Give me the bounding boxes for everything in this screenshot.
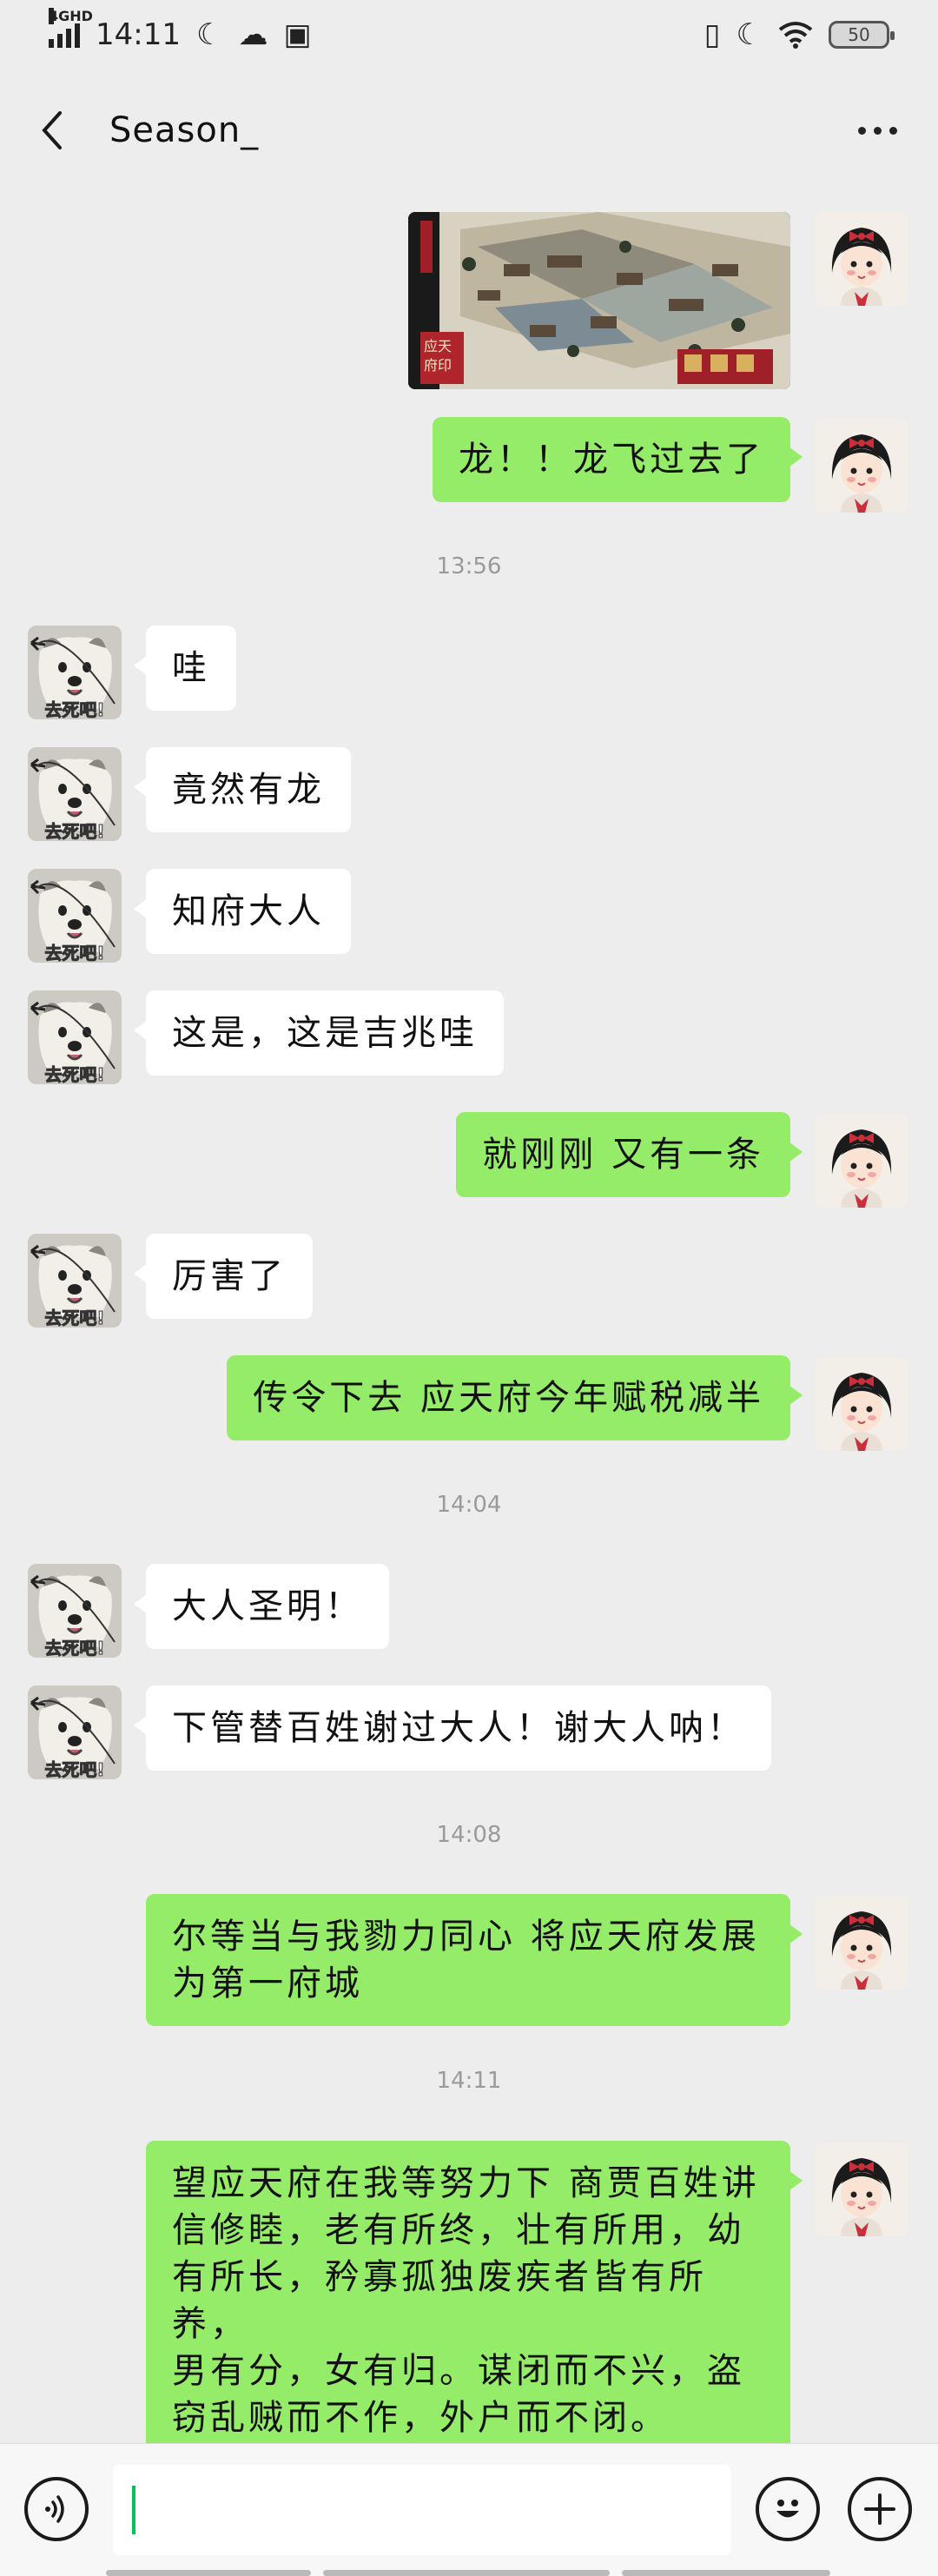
- moon-icon: ☾: [195, 17, 223, 52]
- emoji-icon: [776, 2500, 799, 2518]
- cloud-icon: ☁: [238, 17, 268, 52]
- back-button[interactable]: [26, 104, 78, 156]
- dnd-moon-icon: ☾: [736, 17, 763, 52]
- message-line: 尔等当与我勠力同心 将应天府发展: [172, 1917, 760, 1957]
- svg-text:去死吧!: 去死吧!: [44, 943, 104, 963]
- message-bubble-mine[interactable]: 尔等当与我勠力同心 将应天府发展 为第一府城: [146, 1894, 803, 2026]
- my-avatar[interactable]: [815, 419, 908, 513]
- input-bar: [0, 2443, 938, 2576]
- more-dots-icon: [857, 126, 866, 135]
- chat-header: Season_: [0, 87, 938, 174]
- signal-icon: 4GHD: [49, 8, 93, 48]
- chat-title: Season_: [109, 110, 260, 150]
- contact-avatar[interactable]: 去死吧!: [28, 626, 122, 719]
- shared-game-screenshot[interactable]: 应天 府印: [408, 212, 790, 389]
- message-bubble-mine[interactable]: 就刚刚 又有一条: [456, 1112, 803, 1197]
- status-left: 4GHD 14:11 ☾ ☁ ▣: [49, 8, 312, 52]
- app-notification-icon: ▣: [283, 17, 312, 52]
- my-avatar[interactable]: [815, 1357, 908, 1451]
- image-seal-text-1: 应天: [424, 338, 452, 354]
- message-line: 信修睦，老有所终，壮有所用，幼: [172, 2210, 745, 2250]
- message-line: 有所长，矜寡孤独废疾者皆有所养，: [172, 2257, 707, 2344]
- message-input[interactable]: [113, 2465, 731, 2555]
- home-indicator: [106, 2570, 311, 2576]
- message-bubble-theirs[interactable]: 下管替百姓谢过大人！谢大人呐！: [134, 1685, 771, 1771]
- timestamp: 14:04: [436, 1492, 502, 1518]
- text-caret: [132, 2486, 135, 2534]
- message-line: 男有分，女有归。谋闭而不兴，盗: [172, 2351, 745, 2391]
- contact-avatar[interactable]: 去死吧!: [28, 990, 122, 1084]
- message-line: 望应天府在我等努力下 商贾百姓讲: [172, 2163, 760, 2203]
- add-button[interactable]: [848, 2477, 912, 2541]
- message-line: 窃乱贼而不作，外户而不闭。: [172, 2398, 669, 2438]
- svg-text:去死吧!: 去死吧!: [44, 1308, 104, 1328]
- home-indicator: [323, 2570, 610, 2576]
- status-bar: 4GHD 14:11 ☾ ☁ ▣ ▯ ☾ 50: [0, 0, 938, 70]
- message-bubble-theirs[interactable]: 这是，这是吉兆哇: [134, 990, 504, 1076]
- contact-avatar[interactable]: 去死吧!: [28, 1564, 122, 1658]
- timestamp: 14:11: [436, 2068, 502, 2094]
- contact-avatar[interactable]: 去死吧!: [28, 1685, 122, 1779]
- my-avatar[interactable]: [815, 1114, 908, 1208]
- message-bubble-theirs[interactable]: 竟然有龙: [134, 747, 351, 832]
- battery-indicator: 50: [829, 21, 895, 49]
- message-bubble-theirs[interactable]: 大人圣明！: [134, 1564, 389, 1649]
- network-type: 4GHD: [49, 8, 93, 24]
- chevron-left-icon: [42, 111, 62, 149]
- svg-text:去死吧!: 去死吧!: [44, 1064, 104, 1084]
- my-avatar[interactable]: [815, 212, 908, 306]
- message-bubble-theirs[interactable]: 知府大人: [134, 869, 351, 954]
- contact-avatar[interactable]: 去死吧!: [28, 1234, 122, 1328]
- wifi-icon: [778, 22, 813, 49]
- message-bubble-mine[interactable]: 龙！！龙飞过去了: [433, 417, 803, 502]
- status-right: ▯ ☾ 50: [704, 17, 895, 52]
- svg-text:去死吧!: 去死吧!: [44, 1759, 104, 1779]
- voice-button[interactable]: [24, 2477, 89, 2541]
- my-avatar[interactable]: [815, 2142, 908, 2236]
- message-bubble-mine[interactable]: 传令下去 应天府今年赋税减半: [227, 1355, 803, 1440]
- vibrate-icon: ▯: [704, 17, 721, 52]
- home-indicator: [622, 2570, 830, 2576]
- message-bubble-theirs[interactable]: 哇: [134, 626, 236, 711]
- timestamp: 13:56: [436, 553, 502, 579]
- contact-avatar[interactable]: 去死吧!: [28, 747, 122, 841]
- contact-avatar[interactable]: 去死吧!: [28, 869, 122, 963]
- image-seal-text-2: 府印: [424, 357, 452, 374]
- message-bubble-mine[interactable]: 望应天府在我等努力下 商贾百姓讲 信修睦，老有所终，壮有所用，幼 有所长，矜寡孤…: [146, 2141, 803, 2460]
- my-avatar[interactable]: [815, 1896, 908, 1990]
- more-button[interactable]: [842, 104, 912, 156]
- timestamp: 14:08: [436, 1822, 502, 1848]
- message-line: 为第一府城: [172, 1963, 363, 2003]
- plus-icon: [864, 2493, 895, 2525]
- svg-text:去死吧!: 去死吧!: [44, 1638, 104, 1658]
- emoji-button[interactable]: [756, 2477, 820, 2541]
- voice-icon: [45, 2495, 64, 2523]
- svg-text:去死吧!: 去死吧!: [44, 821, 104, 841]
- battery-level: 50: [848, 24, 870, 45]
- message-bubble-theirs[interactable]: 厉害了: [134, 1234, 313, 1319]
- svg-text:去死吧!: 去死吧!: [44, 699, 104, 719]
- clock: 14:11: [96, 17, 181, 52]
